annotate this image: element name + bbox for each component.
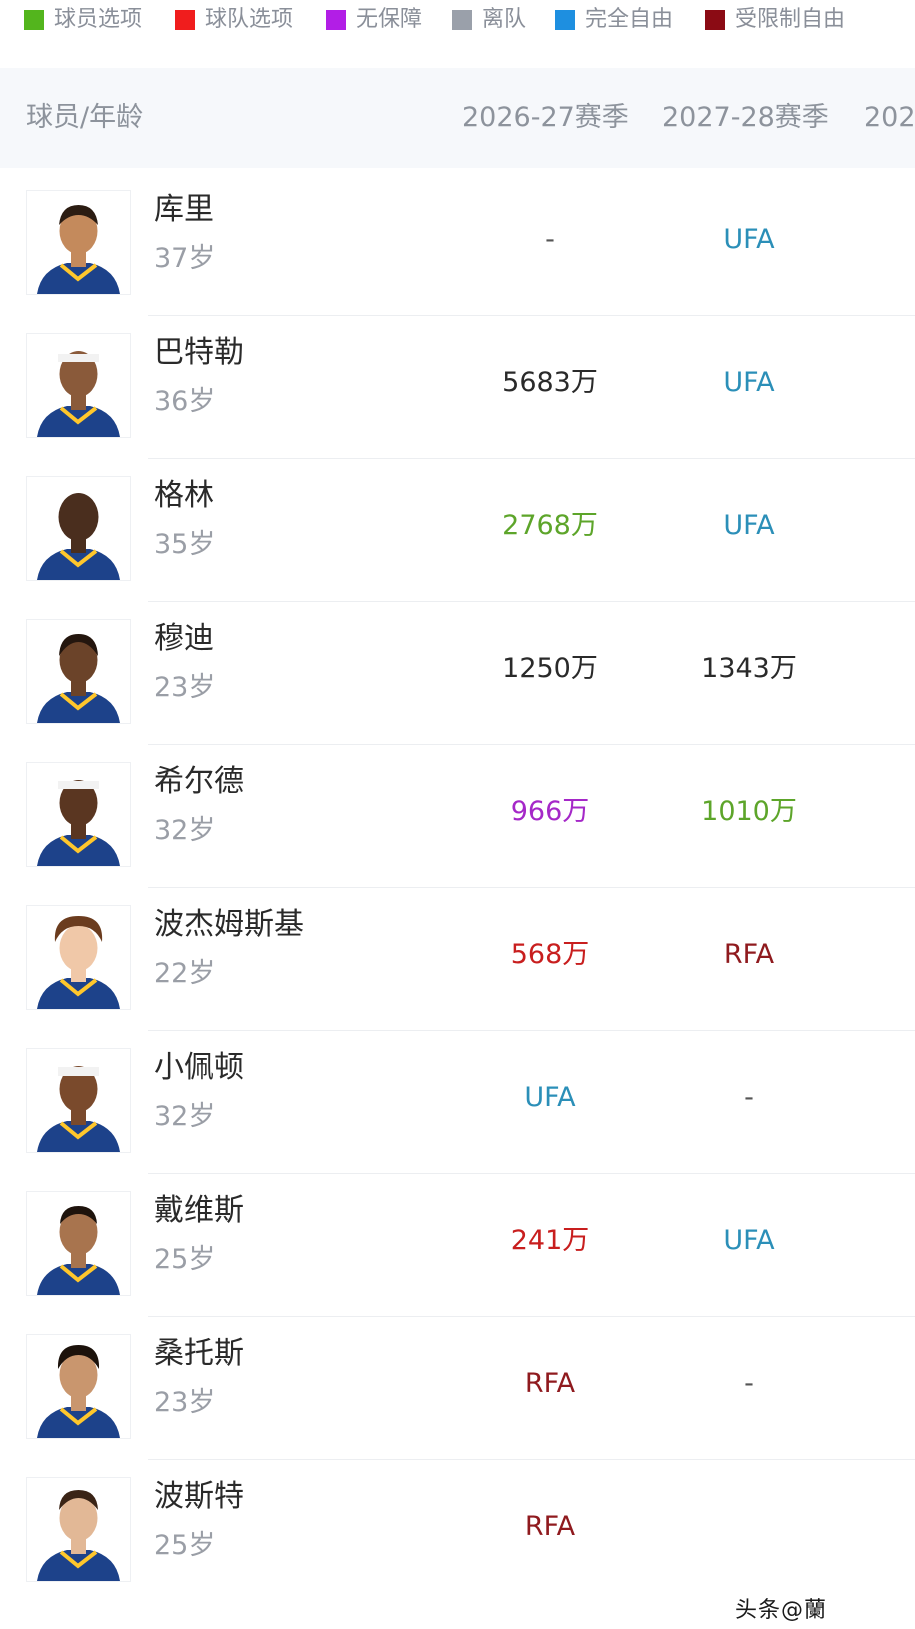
player-avatar [26, 1191, 131, 1296]
legend-label: 受限制自由 [735, 7, 846, 32]
player-avatar [26, 1048, 131, 1153]
player-name: 小佩顿 [154, 1050, 244, 1085]
player-name: 波斯特 [154, 1479, 244, 1514]
legend-item-ufa: 完全自由 [555, 6, 673, 34]
header-season-2028-29: 2028-29赛季 [864, 102, 915, 133]
table-row[interactable]: 小佩顿 32岁 UFA - [0, 1026, 915, 1174]
player-avatar [26, 762, 131, 867]
legend-swatch [452, 10, 472, 30]
table-row[interactable]: 桑托斯 23岁 RFA - [0, 1312, 915, 1460]
player-avatar [26, 476, 131, 581]
table-row[interactable]: 巴特勒 36岁 5683万 UFA [0, 311, 915, 459]
contract-2026-27: RFA [524, 1511, 576, 1542]
contract-2026-27: 568万 [510, 939, 590, 970]
player-avatar [26, 190, 131, 295]
contract-2026-27: 5683万 [502, 367, 598, 398]
table-row[interactable]: 希尔德 32岁 966万 1010万 [0, 740, 915, 888]
legend-swatch [175, 10, 195, 30]
table-row[interactable]: 库里 37岁 - UFA [0, 168, 915, 316]
contract-2027-28: 1010万 [701, 796, 797, 827]
player-name: 巴特勒 [154, 335, 244, 370]
legend-label: 球队选项 [205, 7, 294, 32]
player-age: 37岁 [154, 243, 216, 274]
legend-item-non-guaranteed: 无保障 [326, 6, 422, 34]
table-row[interactable]: 穆迪 23岁 1250万 1343万 [0, 597, 915, 745]
header-player-age: 球员/年龄 [26, 102, 144, 133]
player-avatar [26, 1334, 131, 1439]
table-row[interactable]: 戴维斯 25岁 241万 UFA [0, 1169, 915, 1317]
legend-label: 离队 [482, 7, 527, 32]
contract-2027-28 [669, 1507, 829, 1547]
legend-label: 完全自由 [585, 7, 674, 32]
player-avatar [26, 1477, 131, 1582]
legend-item-rfa: 受限制自由 [705, 6, 845, 34]
legend-item-team-option: 球队选项 [175, 6, 293, 34]
player-avatar [26, 619, 131, 724]
player-name: 穆迪 [154, 621, 214, 656]
player-age: 22岁 [154, 958, 216, 989]
legend-swatch [705, 10, 725, 30]
player-name: 希尔德 [154, 764, 244, 799]
contract-2026-27: 241万 [510, 1225, 590, 1256]
player-list[interactable]: 库里 37岁 - UFA 巴特勒 36岁 5683万 UFA 格林 35岁 27… [0, 168, 915, 1629]
player-avatar [26, 905, 131, 1010]
player-age: 36岁 [154, 386, 216, 417]
player-age: 23岁 [154, 672, 216, 703]
table-row[interactable]: 波杰姆斯基 22岁 568万 RFA [0, 883, 915, 1031]
player-name: 桑托斯 [154, 1336, 244, 1371]
player-name: 格林 [154, 478, 214, 513]
contract-2027-28: RFA [723, 939, 775, 970]
player-name: 戴维斯 [154, 1193, 244, 1228]
watermark: 头条@蘭 [735, 1598, 828, 1623]
table-header: 球员/年龄 2026-27赛季 2027-28赛季 2028-29赛季 [0, 68, 915, 168]
player-age: 32岁 [154, 1101, 216, 1132]
contract-2027-28: UFA [723, 224, 775, 255]
legend-swatch [24, 10, 44, 30]
contract-2026-27: UFA [524, 1082, 576, 1113]
contract-2027-28: - [744, 1082, 754, 1113]
player-age: 25岁 [154, 1244, 216, 1275]
legend-label: 球员选项 [54, 7, 143, 32]
contract-2027-28: UFA [723, 367, 775, 398]
contract-2026-27: - [545, 224, 555, 255]
header-season-2026-27: 2026-27赛季 [462, 102, 629, 133]
contract-2027-28: UFA [723, 510, 775, 541]
player-name: 库里 [154, 192, 214, 227]
player-avatar [26, 333, 131, 438]
contract-2027-28: 1343万 [701, 653, 797, 684]
legend-swatch [555, 10, 575, 30]
table-row[interactable]: 格林 35岁 2768万 UFA [0, 454, 915, 602]
player-age: 32岁 [154, 815, 216, 846]
header-season-2027-28: 2027-28赛季 [662, 102, 829, 133]
contract-2026-27: 966万 [510, 796, 590, 827]
legend-item-player-option: 球员选项 [24, 6, 142, 34]
contract-2026-27: 2768万 [502, 510, 598, 541]
legend-swatch [326, 10, 346, 30]
contract-2027-28: - [744, 1368, 754, 1399]
legend-item-left-team: 离队 [452, 6, 526, 34]
contract-2026-27: 1250万 [502, 653, 598, 684]
contract-2027-28: UFA [723, 1225, 775, 1256]
legend: 球员选项 球队选项 无保障 离队 完全自由 受限制自由 [0, 0, 915, 40]
player-age: 23岁 [154, 1387, 216, 1418]
contract-2026-27: RFA [524, 1368, 576, 1399]
player-age: 25岁 [154, 1530, 216, 1561]
legend-label: 无保障 [356, 7, 423, 32]
player-name: 波杰姆斯基 [154, 907, 304, 942]
player-age: 35岁 [154, 529, 216, 560]
table-row[interactable]: 波斯特 25岁 RFA [0, 1455, 915, 1603]
